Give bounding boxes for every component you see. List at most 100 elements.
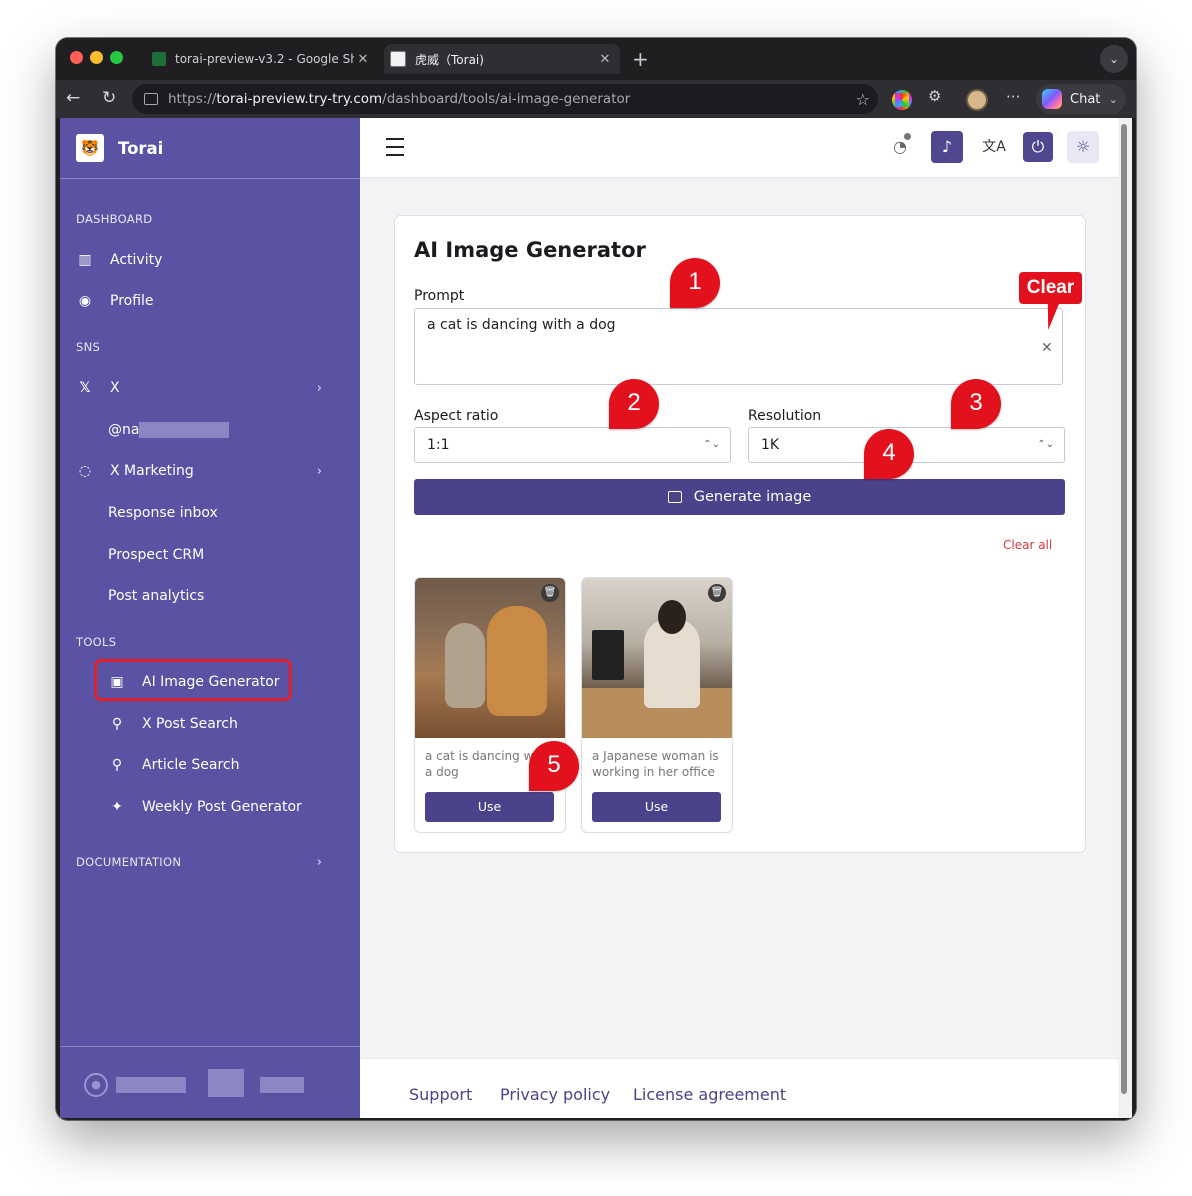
aspect-ratio-label: Aspect ratio: [414, 408, 499, 424]
top-bar: ◔ ♪ 文A ⏻ ☼: [360, 118, 1118, 178]
generated-image-card: 🗑 a Japanese woman is working in her off…: [581, 577, 733, 833]
support-link[interactable]: Support: [409, 1085, 472, 1104]
sidebar-item-profile[interactable]: ◉ Profile: [76, 287, 154, 315]
color-extension-icon[interactable]: [892, 90, 912, 110]
trash-icon[interactable]: 🗑: [708, 584, 726, 602]
tab-bar: torai-preview-v3.2 - Google She ✕ 虎威（Tor…: [56, 38, 1136, 80]
use-image-button[interactable]: Use: [425, 792, 554, 822]
sidebar-user-footer[interactable]: ●: [60, 1046, 360, 1118]
close-window-button[interactable]: [70, 51, 83, 64]
aspect-ratio-value: 1:1: [427, 437, 450, 453]
close-icon[interactable]: ✕: [354, 52, 372, 67]
site-info-icon[interactable]: [144, 93, 158, 105]
chevron-right-icon: ›: [316, 463, 322, 479]
user-circle-icon: ◉: [78, 293, 92, 309]
privacy-policy-link[interactable]: Privacy policy: [500, 1085, 610, 1104]
generated-image-card: 🗑 a cat is dancing with a dog Use: [414, 577, 566, 833]
clear-prompt-icon[interactable]: ✕: [1041, 340, 1053, 356]
chevron-down-icon[interactable]: ⌄: [1109, 93, 1118, 106]
browser-window: torai-preview-v3.2 - Google She ✕ 虎威（Tor…: [56, 38, 1136, 1120]
license-agreement-link[interactable]: License agreement: [633, 1085, 786, 1104]
menu-hamburger-icon[interactable]: [386, 138, 404, 156]
reload-icon[interactable]: ↻: [102, 88, 116, 108]
close-icon[interactable]: ✕: [596, 52, 614, 67]
x-logo-icon: 𝕏: [79, 380, 91, 396]
browser-tab-torai[interactable]: 虎威（Torai) ✕: [384, 44, 620, 74]
redacted-username: [116, 1077, 186, 1093]
photo-monitor: [592, 630, 624, 680]
sidebar-item-label: Article Search: [142, 757, 240, 773]
photo-cat-figure: [445, 623, 485, 708]
sidebar-item-documentation[interactable]: DOCUMENTATION ›: [76, 848, 344, 876]
sidebar-item-ai-image-generator[interactable]: ▣ AI Image Generator: [108, 668, 280, 696]
redacted-username: [208, 1069, 244, 1097]
browser-tab-sheets[interactable]: torai-preview-v3.2 - Google She ✕: [146, 44, 378, 74]
annotation-marker-4: 4: [864, 429, 914, 479]
sidebar-item-activity[interactable]: ▥ Activity: [76, 246, 162, 274]
sidebar-item-label: AI Image Generator: [142, 674, 280, 690]
url-scheme: https://: [168, 91, 217, 107]
image-icon: [667, 491, 682, 503]
history-icon[interactable]: ◔: [884, 131, 916, 163]
sidebar-item-response-inbox[interactable]: Response inbox: [108, 499, 218, 527]
bookmark-star-icon[interactable]: ☆: [856, 90, 870, 109]
brand[interactable]: 🐯 Torai: [60, 118, 360, 179]
select-updown-icon: ⌃⌄: [1037, 439, 1054, 450]
sidebar-item-x[interactable]: 𝕏 X ›: [76, 374, 344, 402]
sidebar-item-x-marketing[interactable]: ◌ X Marketing ›: [76, 457, 344, 485]
sidebar-item-weekly-post-generator[interactable]: ✦ Weekly Post Generator: [108, 793, 302, 821]
image-icon: ▣: [110, 674, 124, 690]
power-icon[interactable]: ⏻: [1023, 132, 1053, 162]
sidebar-item-label: Activity: [110, 252, 163, 268]
sidebar-item-x-post-search[interactable]: ⚲ X Post Search: [108, 710, 238, 738]
url-host: torai-preview.try-try.com: [216, 91, 383, 107]
use-image-button[interactable]: Use: [592, 792, 721, 822]
aspect-ratio-select[interactable]: 1:1 ⌃⌄: [414, 427, 731, 463]
tab-title: 虎威（Torai): [415, 52, 484, 67]
new-tab-plus-icon[interactable]: +: [632, 47, 649, 71]
torai-favicon-icon: [390, 51, 406, 67]
sidebar-item-x-account[interactable]: @na: [108, 416, 230, 444]
prompt-textarea[interactable]: a cat is dancing with a dog: [414, 308, 1063, 385]
chevron-right-icon: ›: [316, 380, 322, 396]
generated-image-cat-dog[interactable]: [415, 578, 565, 738]
app-viewport: 🐯 Torai DASHBOARD ▥ Activity ◉ Profile S…: [60, 118, 1132, 1118]
scrollbar-thumb[interactable]: [1121, 124, 1127, 1094]
resolution-label: Resolution: [748, 408, 822, 424]
section-sns: SNS: [76, 340, 101, 354]
theme-sun-icon[interactable]: ☼: [1067, 131, 1099, 163]
bell-icon[interactable]: ♪: [931, 131, 963, 163]
trash-icon[interactable]: 🗑: [541, 584, 559, 602]
section-documentation: DOCUMENTATION: [76, 855, 182, 869]
more-menu-icon[interactable]: ···: [1006, 88, 1020, 106]
sidebar-item-article-search[interactable]: ⚲ Article Search: [108, 751, 240, 779]
sidebar-item-label: Profile: [110, 293, 154, 309]
extensions-puzzle-icon[interactable]: ⚙: [928, 87, 941, 105]
annotation-clear-callout: Clear: [1019, 272, 1082, 304]
maximize-window-button[interactable]: [110, 51, 123, 64]
address-bar[interactable]: https://torai-preview.try-try.com/dashbo…: [132, 84, 878, 114]
chat-label: Chat: [1070, 91, 1101, 107]
main-content: ◔ ♪ 文A ⏻ ☼ AI Image Generator Prompt a c…: [360, 118, 1118, 1118]
profile-avatar[interactable]: [966, 89, 988, 111]
chat-bubble-icon: ◌: [78, 463, 92, 479]
back-arrow-icon[interactable]: ←: [66, 88, 80, 108]
sidebar-item-label: Prospect CRM: [108, 547, 205, 563]
generate-image-button[interactable]: Generate image: [414, 479, 1065, 515]
sidebar-item-prospect-crm[interactable]: Prospect CRM: [108, 541, 204, 569]
scrollbar[interactable]: [1118, 118, 1132, 1118]
translate-icon[interactable]: 文A: [978, 131, 1010, 163]
page-footer: Support Privacy policy License agreement: [360, 1058, 1118, 1118]
sidebar-item-post-analytics[interactable]: Post analytics: [108, 582, 204, 610]
clear-all-link[interactable]: Clear all: [1003, 538, 1052, 552]
section-tools: TOOLS: [76, 635, 117, 649]
page-title: AI Image Generator: [414, 238, 646, 262]
generator-card: AI Image Generator Prompt a cat is danci…: [394, 215, 1086, 853]
tab-list-chevron-icon[interactable]: ⌄: [1100, 45, 1128, 73]
prompt-label: Prompt: [414, 288, 465, 304]
image-caption: a Japanese woman is working in her offic…: [592, 749, 719, 779]
chat-button[interactable]: Chat ⌄: [1036, 84, 1126, 114]
bar-chart-icon: ▥: [78, 252, 92, 268]
minimize-window-button[interactable]: [90, 51, 103, 64]
generated-image-office[interactable]: [582, 578, 732, 738]
